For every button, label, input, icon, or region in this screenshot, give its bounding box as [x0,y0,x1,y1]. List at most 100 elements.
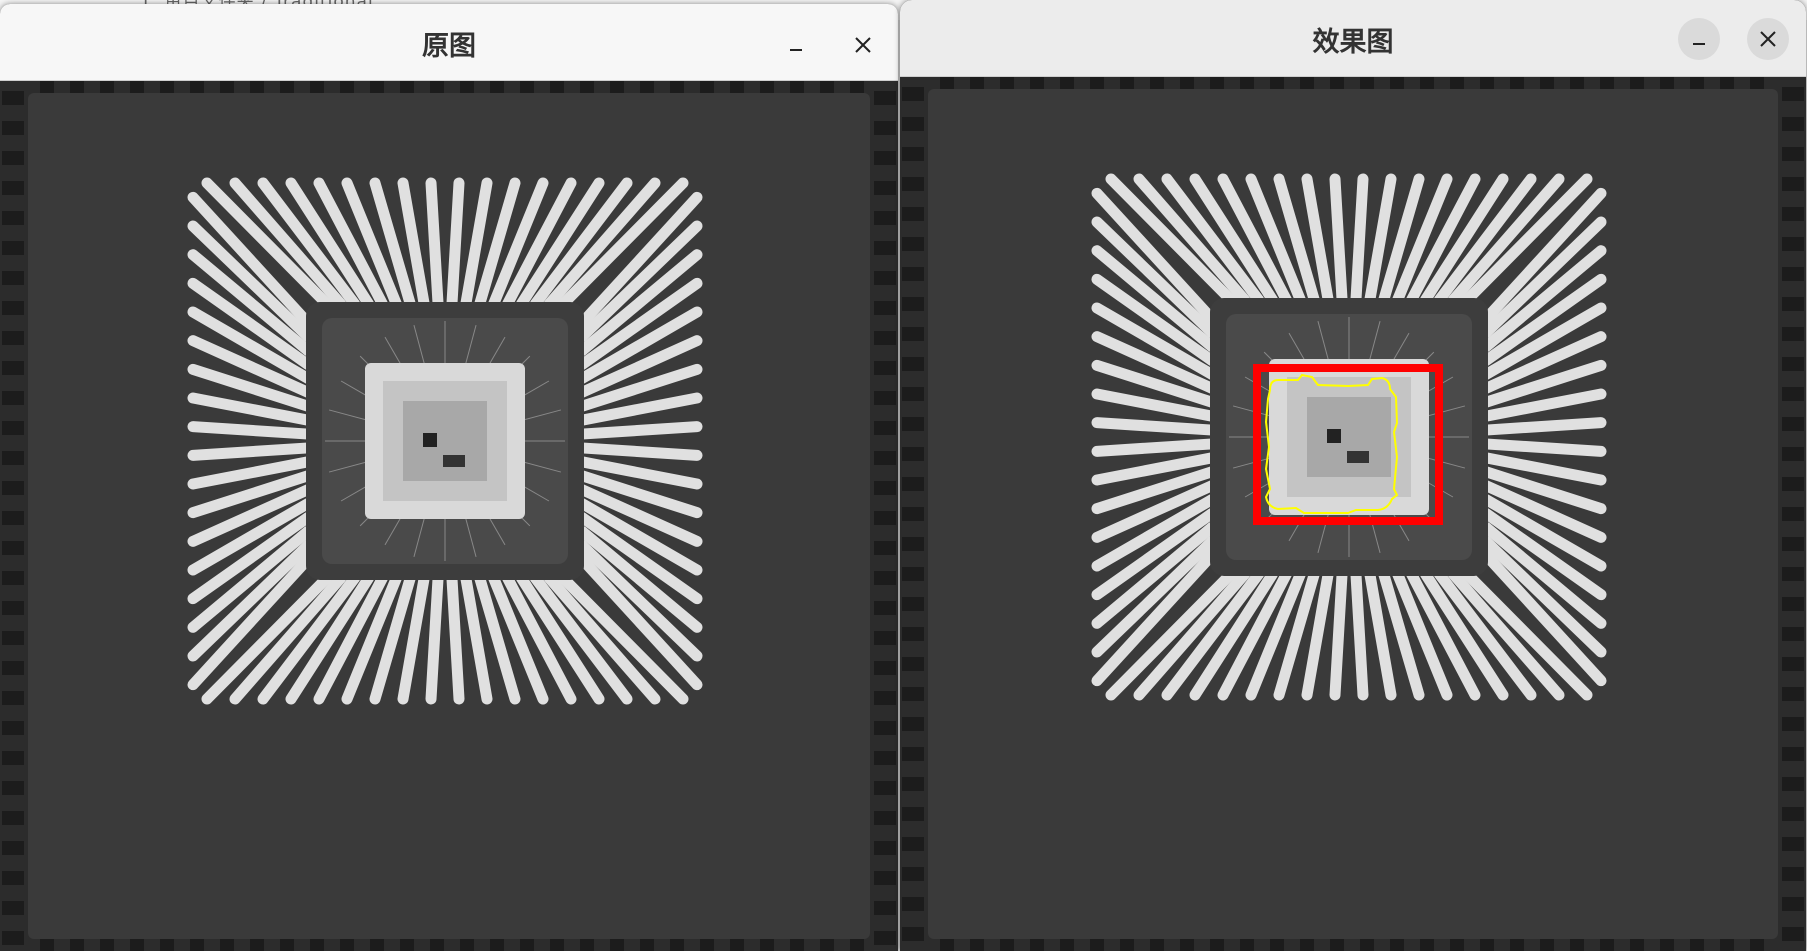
edge-pin [874,121,896,135]
edge-pin [370,939,384,951]
edge-pin [874,361,896,375]
edge-pin [2,211,24,225]
edge-pin [520,939,534,951]
edge-pin [874,541,896,555]
edge-pin [2,271,24,285]
edge-pin [250,939,264,951]
edge-pin [2,781,24,795]
edge-pin [874,751,896,765]
desktop: 1. 审目文件夹 / Traditional ...... ..........… [0,0,1807,951]
edge-pin [2,901,24,915]
edge-pin [874,391,896,405]
result-image-window[interactable]: 效果图 [900,0,1806,951]
lead-finger [425,177,444,310]
edge-pin [490,81,504,93]
edge-pin [460,939,474,951]
edge-pin [874,811,896,825]
edge-pin [730,939,744,951]
edge-pin [2,601,24,615]
edge-pin [340,939,354,951]
result-window-title: 效果图 [1312,27,1394,58]
edge-pin [280,939,294,951]
lead-finger [425,572,444,705]
edge-pin [874,451,896,465]
result-window-titlebar[interactable]: 效果图 [900,0,1806,77]
edge-pin [2,181,24,195]
minimize-icon [790,49,802,51]
edge-pin [400,81,414,93]
edge-pin [70,939,84,951]
minimize-button[interactable] [1678,18,1720,60]
minimize-button[interactable] [775,24,817,66]
edge-pin [874,691,896,705]
edge-pin [40,81,54,93]
edge-pin [2,721,24,735]
lead-finger [576,421,703,440]
edge-pin [874,931,896,945]
edge-pin [2,571,24,585]
edge-pin [250,81,264,93]
edge-pin [760,81,774,93]
chip-image [0,81,898,951]
edge-pin [310,939,324,951]
close-icon [1760,31,1776,47]
edge-pin [874,271,896,285]
edge-pin [460,81,474,93]
edge-pin [820,939,834,951]
edge-pin [2,361,24,375]
edge-pin [2,541,24,555]
edge-pin [2,691,24,705]
edge-pin [700,81,714,93]
original-window-titlebar[interactable]: 原图 [0,4,898,81]
edge-pin [100,939,114,951]
edge-pin [874,661,896,675]
edge-pin [2,511,24,525]
edge-pin [874,601,896,615]
edge-pin [130,939,144,951]
edge-pin [160,939,174,951]
edge-pin [874,841,896,855]
close-button[interactable] [1747,18,1789,60]
edge-pin [70,81,84,93]
edge-pin [610,939,624,951]
edge-pin [640,81,654,93]
result-image-canvas [900,77,1806,951]
close-icon [855,37,871,53]
edge-pin [2,241,24,255]
edge-pin [40,939,54,951]
edge-pin [874,481,896,495]
die-feature [423,433,437,447]
edge-pin [370,81,384,93]
edge-pin [2,331,24,345]
lead-finger [187,442,314,461]
edge-pin [874,511,896,525]
edge-pin [2,451,24,465]
edge-pin [874,91,896,105]
edge-pin [874,421,896,435]
edge-pin [190,81,204,93]
edge-pin [130,81,144,93]
edge-pin [2,91,24,105]
edge-pin [874,901,896,915]
edge-pin [874,781,896,795]
original-image-window[interactable]: 原图 [0,4,898,951]
edge-pin [874,151,896,165]
edge-pin [670,81,684,93]
original-image-canvas [0,81,898,951]
edge-pin [700,939,714,951]
edge-pin [430,939,444,951]
lead-finger [446,572,465,705]
edge-pin [874,721,896,735]
edge-pin [874,301,896,315]
edge-pin [760,939,774,951]
close-button[interactable] [842,24,884,66]
edge-pin [610,81,624,93]
edge-pin [160,81,174,93]
die-feature [443,455,465,467]
edge-pin [790,81,804,93]
edge-pin [874,211,896,225]
edge-pin [2,841,24,855]
edge-pin [2,931,24,945]
minimize-icon [1693,43,1705,45]
lead-finger [446,177,465,310]
